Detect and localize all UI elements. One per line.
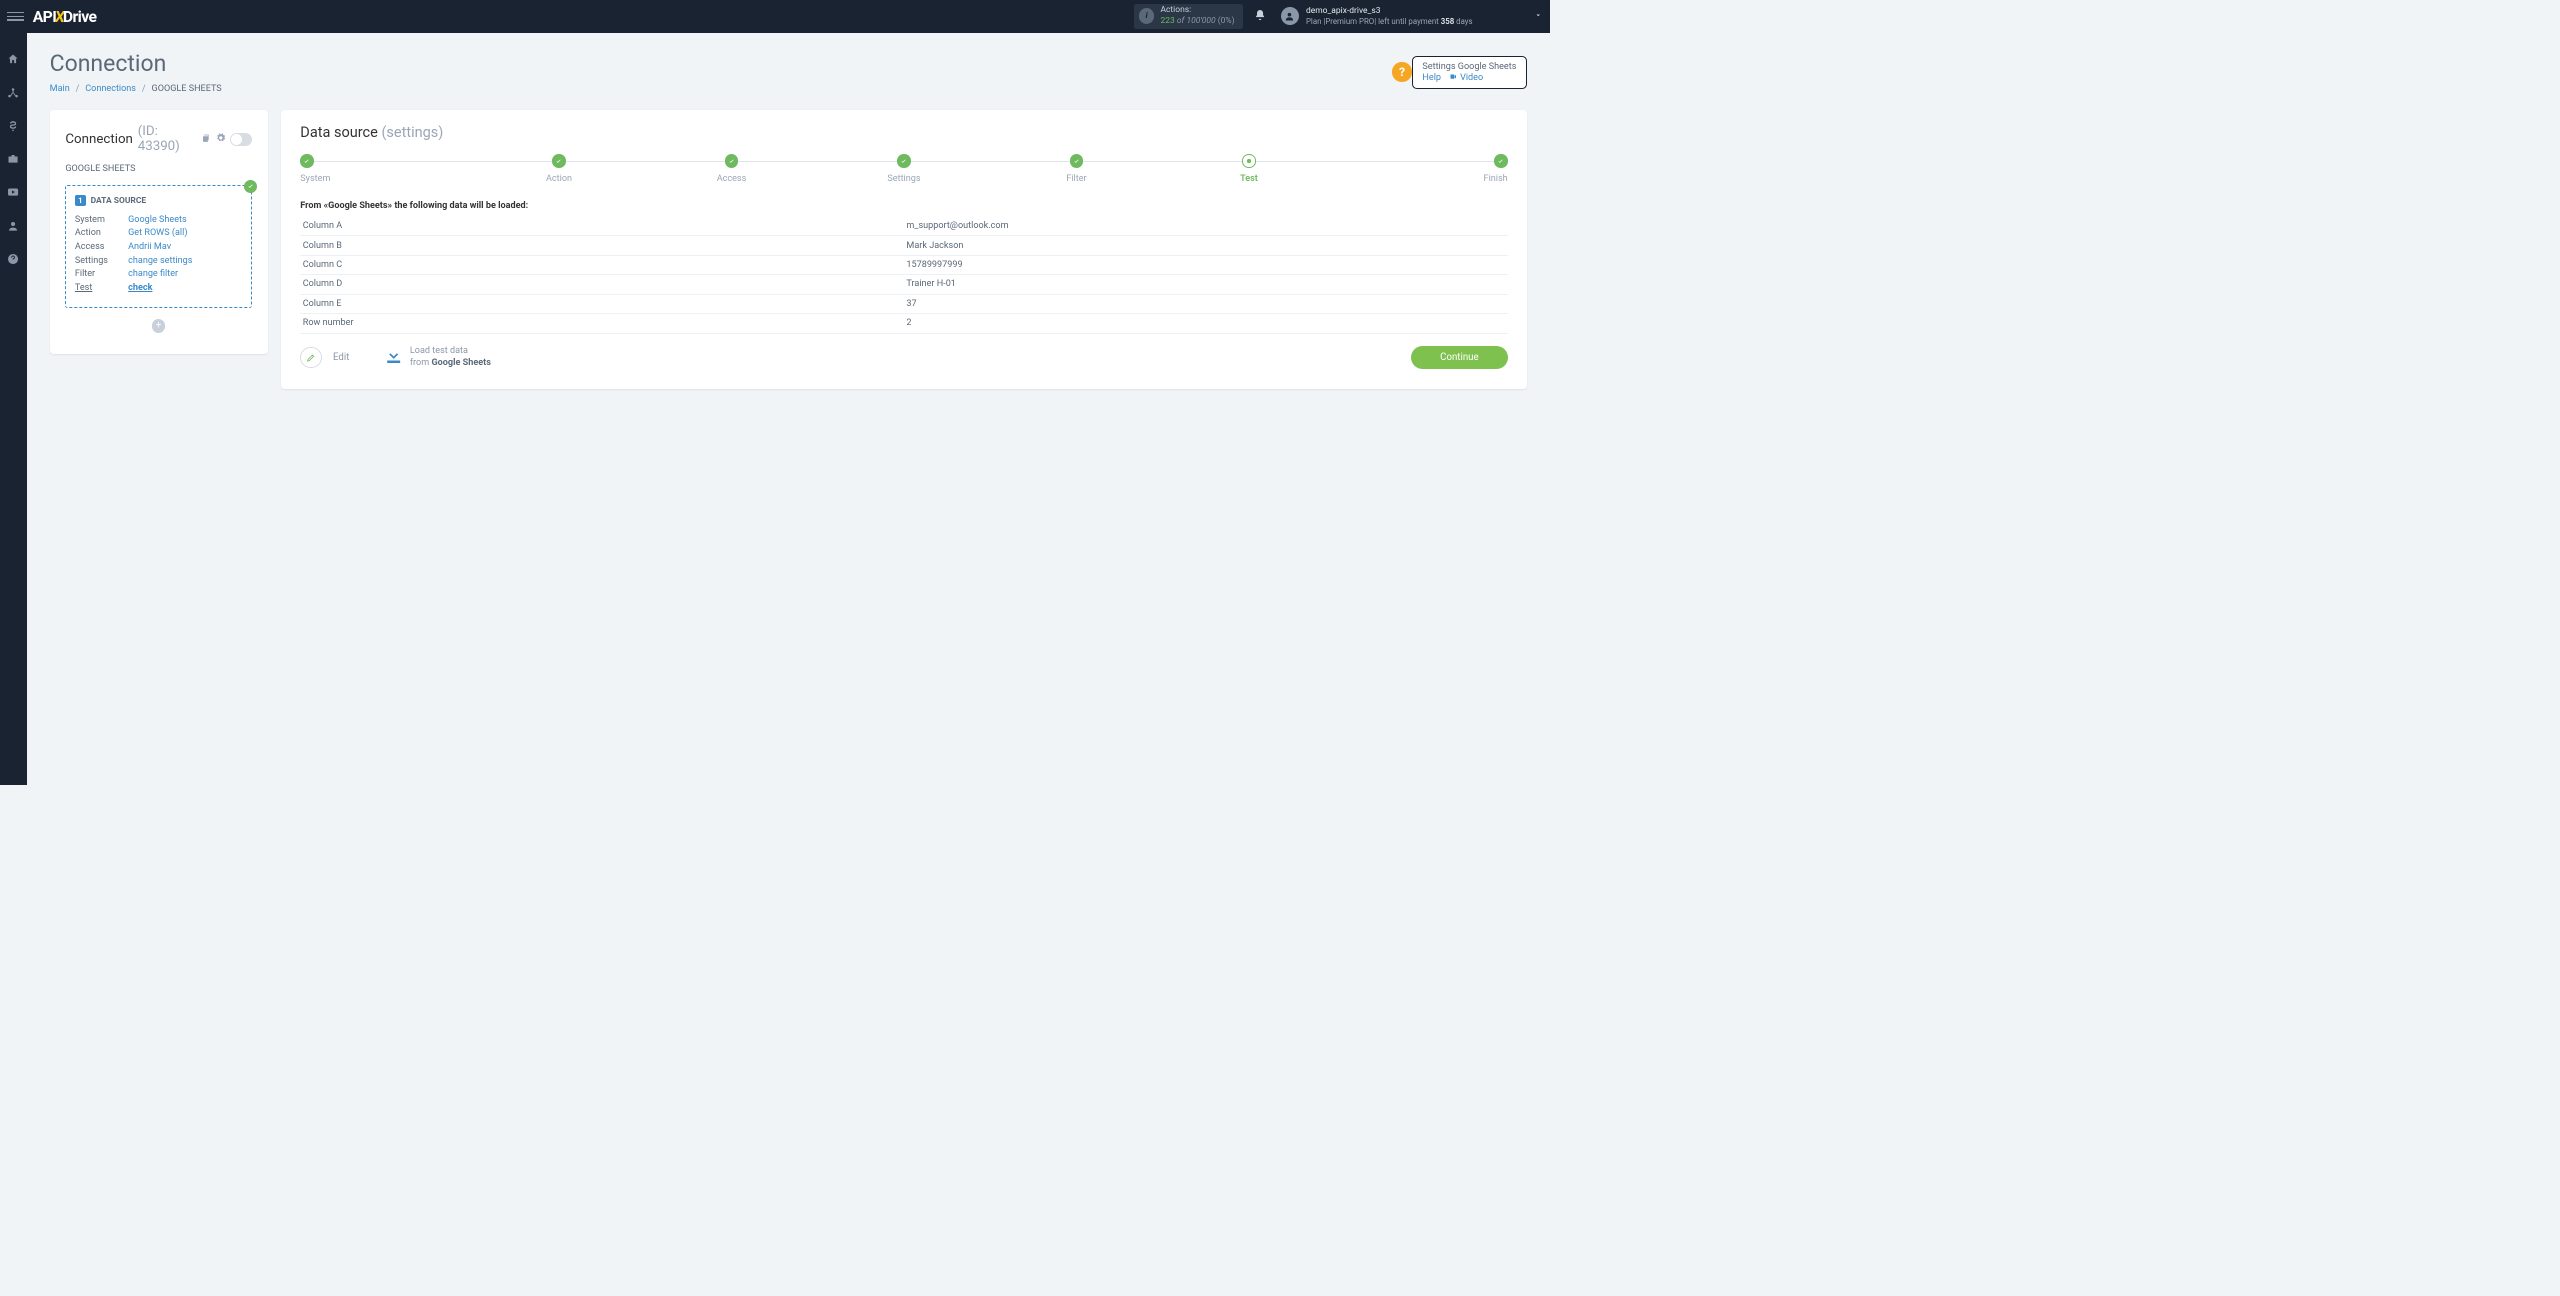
data-source-settings-panel: Data source (settings) SystemActionAcces… [281, 110, 1527, 389]
ds-link[interactable]: Google Sheets [128, 215, 187, 225]
edit-label: Edit [333, 352, 349, 363]
logo[interactable]: APIXDrive [33, 7, 97, 26]
badge-1: 1 [75, 195, 86, 206]
connection-panel: Connection (ID: 43390) GOOGLE SHEETS 1 D… [50, 110, 268, 355]
nav-help-icon[interactable] [7, 253, 19, 268]
table-row: Column C15789997999 [300, 255, 1507, 274]
help-badge-icon[interactable]: ? [1392, 62, 1411, 81]
video-link[interactable]: Video [1449, 73, 1483, 83]
ds-row-settings: Settingschange settings [75, 256, 243, 266]
chevron-down-icon [1534, 11, 1542, 22]
bell-icon[interactable] [1254, 9, 1266, 24]
load-test-data[interactable]: Load test data from Google Sheets [384, 346, 490, 370]
table-row: Column BMark Jackson [300, 236, 1507, 255]
ds-row-filter: Filterchange filter [75, 269, 243, 279]
ds-link[interactable]: check [128, 283, 152, 293]
user-menu[interactable]: demo_apix-drive_s3 Plan |Premium PRO| le… [1281, 6, 1543, 27]
table-row: Column E37 [300, 294, 1507, 313]
data-source-card: 1 DATA SOURCE SystemGoogle Sheets ActionG… [65, 185, 252, 309]
table-row: Column Am_support@outlook.com [300, 217, 1507, 236]
help-box: Settings Google Sheets Help Video [1412, 56, 1527, 89]
step-filter[interactable]: Filter [990, 154, 1162, 183]
breadcrumb: Main / Connections / GOOGLE SHEETS [50, 84, 222, 94]
check-icon [244, 180, 257, 193]
stepper: SystemActionAccessSettingsFilterTestFini… [300, 154, 1507, 183]
nav-briefcase-icon[interactable] [7, 153, 19, 168]
ds-title: DATA SOURCE [91, 196, 147, 206]
ds-heading: Data source [300, 124, 378, 141]
ds-row-action: ActionGet ROWS (all) [75, 228, 243, 238]
actions-used: 223 [1160, 16, 1174, 26]
connection-service: GOOGLE SHEETS [65, 164, 252, 174]
ds-link[interactable]: change filter [128, 269, 178, 279]
help-title: Settings Google Sheets [1422, 62, 1516, 72]
actions-label: Actions: [1160, 5, 1234, 16]
preview-table: Column Am_support@outlook.comColumn BMar… [300, 217, 1507, 334]
ds-link[interactable]: Get ROWS (all) [128, 228, 187, 238]
ds-subheading: (settings) [381, 124, 443, 141]
connection-toggle[interactable] [230, 133, 252, 146]
hamburger-menu[interactable] [7, 8, 24, 25]
breadcrumb-current: GOOGLE SHEETS [152, 84, 222, 94]
add-button[interactable]: + [152, 319, 165, 332]
nav-video-icon[interactable] [7, 186, 19, 201]
step-settings[interactable]: Settings [818, 154, 990, 183]
ds-row-system: SystemGoogle Sheets [75, 215, 243, 225]
edit-button[interactable] [300, 347, 322, 369]
breadcrumb-connections[interactable]: Connections [85, 84, 136, 94]
ds-row-access: AccessAndrii Mav [75, 242, 243, 252]
table-row: Row number2 [300, 314, 1507, 333]
help-link[interactable]: Help [1422, 73, 1441, 83]
step-action[interactable]: Action [473, 154, 645, 183]
continue-button[interactable]: Continue [1411, 346, 1508, 369]
page-title: Connection [50, 50, 222, 77]
copy-icon[interactable] [201, 132, 211, 147]
avatar-icon [1281, 7, 1299, 25]
nav-profile-icon[interactable] [7, 220, 19, 235]
user-name: demo_apix-drive_s3 [1306, 6, 1473, 17]
table-row: Column DTrainer H-01 [300, 275, 1507, 294]
ds-row-test: Testcheck [75, 283, 243, 293]
ds-link[interactable]: change settings [128, 256, 192, 266]
nav-home-icon[interactable] [7, 53, 19, 68]
step-access[interactable]: Access [645, 154, 817, 183]
actions-counter: i Actions: 223 of 100'000 (0%) [1134, 4, 1243, 29]
breadcrumb-main[interactable]: Main [50, 84, 70, 94]
ds-link[interactable]: Andrii Mav [128, 242, 171, 252]
nav-billing-icon[interactable] [7, 120, 19, 135]
step-system[interactable]: System [300, 154, 472, 183]
load-heading: From «Google Sheets» the following data … [300, 201, 1507, 211]
connection-title: Connection [65, 132, 133, 147]
nav-connections-icon[interactable] [7, 87, 19, 102]
connection-id: (ID: 43390) [138, 124, 197, 154]
info-icon: i [1139, 8, 1155, 24]
actions-pct: (0%) [1218, 16, 1235, 26]
step-test[interactable]: Test [1163, 154, 1335, 183]
step-finish[interactable]: Finish [1335, 154, 1507, 183]
gear-icon[interactable] [216, 132, 226, 147]
download-icon [384, 346, 403, 368]
plan-info: Plan |Premium PRO| left until payment 35… [1306, 17, 1473, 27]
